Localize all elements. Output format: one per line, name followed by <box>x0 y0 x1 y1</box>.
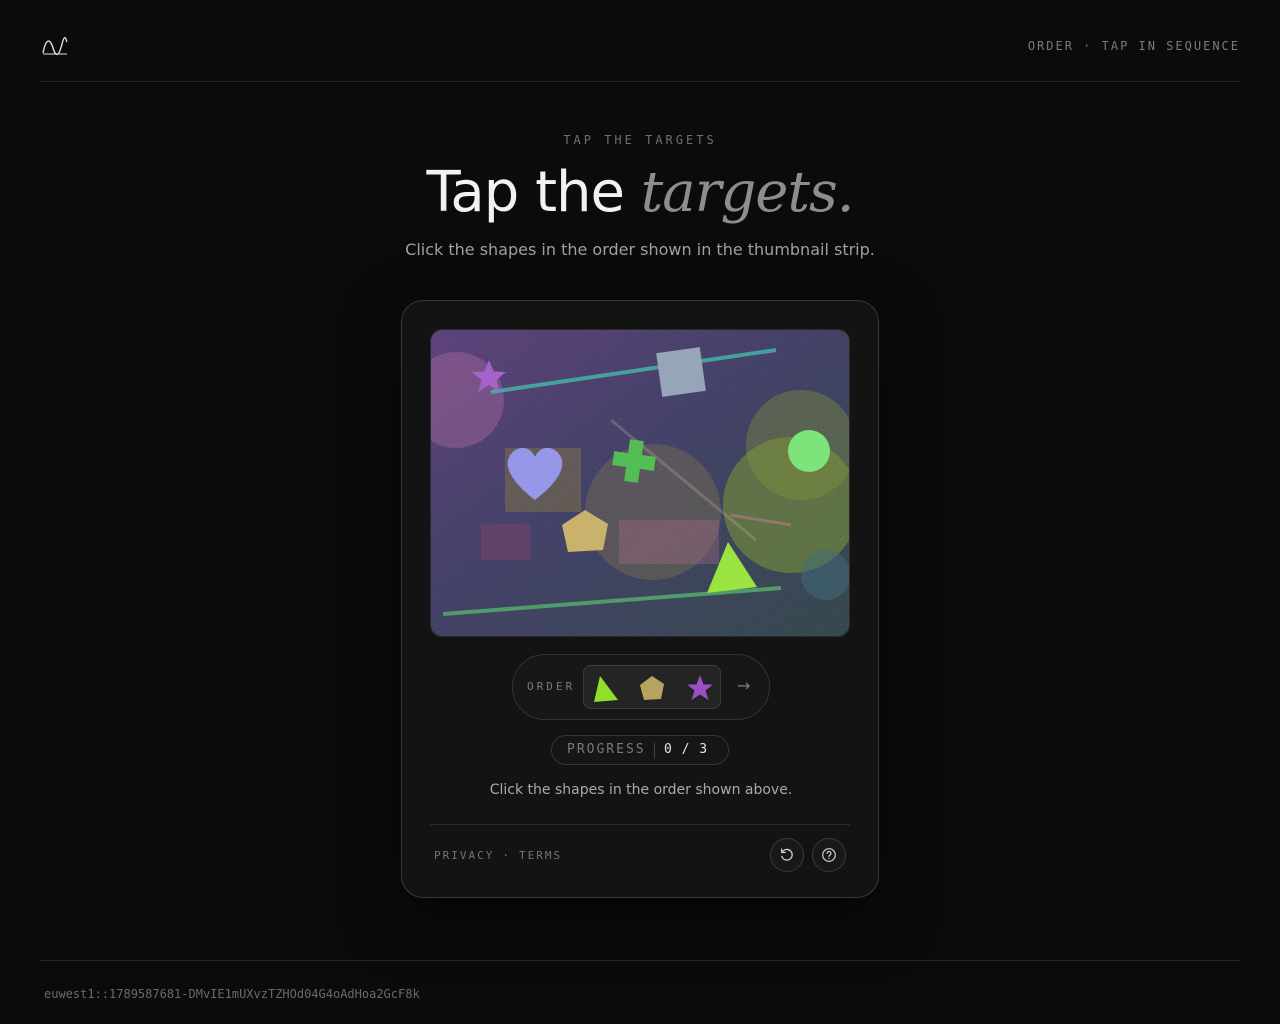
order-label: ORDER <box>527 680 576 693</box>
progress-value: 0 / 3 <box>664 742 709 757</box>
terms-link[interactable]: TERMS <box>519 849 562 862</box>
page-title: Tap the targets. <box>0 158 1280 228</box>
thumbnail-pentagon <box>640 676 664 700</box>
card-divider <box>430 824 850 825</box>
header-mode-tag: ORDER · TAP IN SEQUENCE <box>1027 39 1240 53</box>
challenge-card: ORDER → PROGRESS 0 / 3 Click the shapes … <box>401 300 879 898</box>
help-icon <box>822 848 836 862</box>
progress-label: PROGRESS <box>567 742 646 757</box>
eyebrow: TAP THE TARGETS <box>563 133 717 147</box>
privacy-link[interactable]: PRIVACY <box>434 849 494 862</box>
order-strip: ORDER → <box>512 654 770 720</box>
header: ORDER · TAP IN SEQUENCE <box>40 0 1240 82</box>
legal-links: PRIVACY · TERMS <box>434 849 562 862</box>
links-separator: · <box>502 849 511 862</box>
progress-divider <box>654 743 655 759</box>
page-subtitle: Click the shapes in the order shown in t… <box>405 240 875 259</box>
title-main: Tap the <box>426 160 641 225</box>
arrow-right-icon: → <box>737 676 751 695</box>
title-accent: targets. <box>640 160 855 225</box>
wave-logo-icon[interactable] <box>42 36 68 56</box>
footer-divider <box>40 960 1240 961</box>
help-button[interactable] <box>812 838 846 872</box>
instruction-text: Click the shapes in the order shown abov… <box>489 782 793 798</box>
refresh-icon <box>780 848 793 861</box>
challenge-canvas[interactable] <box>430 329 850 637</box>
thumbnail-star <box>687 675 713 700</box>
session-id: euwest1::1789587681-DMvIE1mUXvzTZHOd04G4… <box>44 987 420 1001</box>
progress-indicator: PROGRESS 0 / 3 <box>551 735 729 765</box>
thumbnail-strip <box>583 665 721 709</box>
refresh-button[interactable] <box>770 838 804 872</box>
thumbnail-triangle <box>594 676 618 702</box>
